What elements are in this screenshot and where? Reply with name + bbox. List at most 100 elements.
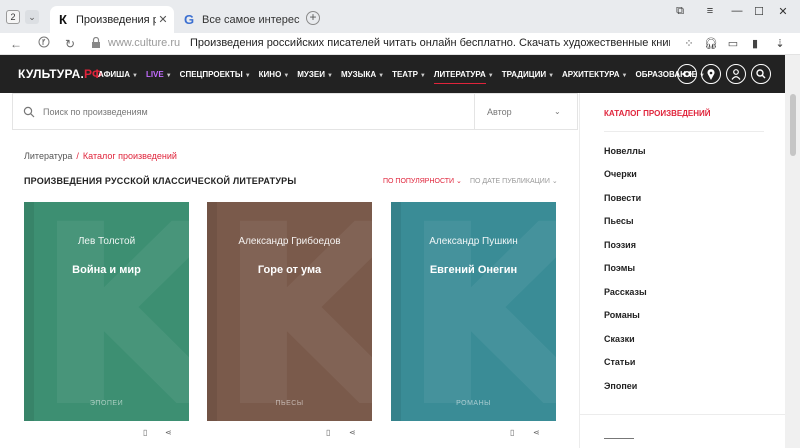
chevron-down-icon: ▼ xyxy=(548,72,555,79)
sidebar-item-ocherki[interactable]: Очерки xyxy=(604,169,637,179)
headphones-icon[interactable]: 🎧︎ xyxy=(703,36,719,52)
sidebar-title: КАТАЛОГ ПРОИЗВЕДЕНИЙ xyxy=(604,109,711,118)
book-card[interactable]: K Александр Грибоедов Горе от ума ПЬЕСЫ xyxy=(207,202,372,421)
extensions-icon[interactable]: ⁘ xyxy=(681,36,697,52)
search-divider xyxy=(474,94,475,129)
browser-tab-active[interactable]: К Произведения российс ✕ xyxy=(50,6,174,33)
book-spine xyxy=(24,202,34,421)
chevron-down-icon: ▼ xyxy=(131,72,138,79)
bookmark-icon[interactable]: ▯ xyxy=(143,428,147,440)
download-icon[interactable]: ⇣ xyxy=(772,36,788,52)
sort-by-popularity[interactable]: ПО ПОПУЛЯРНОСТИ ⌄ xyxy=(383,177,462,185)
sidebar-item-skazki[interactable]: Сказки xyxy=(604,334,635,344)
browser-tab-bar: 2 ⌄ К Произведения российс ✕ G Все самое… xyxy=(0,0,800,33)
sidebar-item-poeziya[interactable]: Поэзия xyxy=(604,240,636,250)
tab-list-chevron-icon[interactable]: ⌄ xyxy=(25,10,39,24)
url-text[interactable]: www.culture.ru xyxy=(108,37,180,49)
accessibility-eye-icon[interactable] xyxy=(677,64,697,84)
bookmarks-panel-icon[interactable]: ⧉ xyxy=(670,5,690,19)
share-icon[interactable]: ⋖ xyxy=(165,428,172,440)
sidebar-item-epopei[interactable]: Эпопеи xyxy=(604,381,637,391)
nav-literatura[interactable]: ЛИТЕРАТУРА ▼ xyxy=(433,70,494,84)
nav-afisha[interactable]: АФИША ▼ xyxy=(98,70,138,79)
sidebar-underline xyxy=(604,438,634,439)
tab-title: Все самое интересное из xyxy=(202,13,300,26)
nav-kino[interactable]: КИНО ▼ xyxy=(259,70,290,79)
back-icon[interactable]: ← xyxy=(8,36,24,52)
book-author: Александр Пушкин xyxy=(429,236,518,247)
sidebar-item-romany[interactable]: Романы xyxy=(604,310,640,320)
book-author: Лев Толстой xyxy=(77,236,136,247)
nav-live[interactable]: LIVE ▼ xyxy=(146,70,172,79)
card-watermark: K xyxy=(401,202,556,421)
minimize-icon[interactable]: — xyxy=(727,5,747,19)
book-genre: РОМАНЫ xyxy=(456,400,491,407)
site-search-icon[interactable] xyxy=(751,64,771,84)
chevron-down-icon[interactable]: ⌄ xyxy=(554,107,561,116)
tab-close-icon[interactable]: ✕ xyxy=(156,13,170,26)
chevron-down-icon: ⌄ xyxy=(551,178,558,185)
share-icon[interactable]: ⋖ xyxy=(349,428,356,440)
book-card[interactable]: K Александр Пушкин Евгений Онегин РОМАНЫ xyxy=(391,202,556,421)
book-genre: ПЬЕСЫ xyxy=(275,400,304,407)
nav-specprojects[interactable]: СПЕЦПРОЕКТЫ ▼ xyxy=(180,70,251,79)
address-page-title[interactable]: Произведения российских писателей читать… xyxy=(190,37,670,49)
breadcrumb-literatura[interactable]: Литература xyxy=(24,151,72,161)
sidebar-item-povesti[interactable]: Повести xyxy=(604,193,641,203)
tab-title: Произведения российс xyxy=(76,13,156,26)
bookmark-icon[interactable]: ▮ xyxy=(747,36,763,52)
sidebar-item-pesy[interactable]: Пьесы xyxy=(604,216,634,226)
book-spine xyxy=(391,202,401,421)
sidebar-item-poemy[interactable]: Поэмы xyxy=(604,263,635,273)
sidebar-divider xyxy=(604,131,764,132)
location-pin-icon[interactable] xyxy=(701,64,721,84)
tab-count-badge[interactable]: 2 xyxy=(6,10,20,24)
yandex-icon[interactable] xyxy=(36,36,52,52)
site-logo[interactable]: КУЛЬТУРА.РФ xyxy=(18,67,103,81)
nav-muzyka[interactable]: МУЗЫКА ▼ xyxy=(341,70,384,79)
page-scrollbar-thumb[interactable] xyxy=(790,94,796,156)
card-watermark: K xyxy=(217,202,372,421)
new-tab-icon[interactable]: + xyxy=(306,11,320,25)
chevron-down-icon: ▼ xyxy=(283,72,290,79)
bookmark-icon[interactable]: ▯ xyxy=(326,428,330,440)
works-search-bar: Поиск по произведениям Автор ⌄ xyxy=(12,93,578,130)
browser-tab-inactive[interactable]: G Все самое интересное из xyxy=(176,6,300,33)
chevron-down-icon: ▼ xyxy=(327,72,333,79)
address-bar: ← ↻ www.culture.ru Произведения российск… xyxy=(0,33,800,55)
menu-icon[interactable]: ≡ xyxy=(700,5,720,19)
bookmark-icon[interactable]: ▯ xyxy=(510,428,514,440)
chevron-down-icon: ⌄ xyxy=(456,178,462,185)
sort-by-date[interactable]: ПО ДАТЕ ПУБЛИКАЦИИ ⌄ xyxy=(470,177,558,185)
nav-teatr[interactable]: ТЕАТР ▼ xyxy=(392,70,426,79)
site-navbar: КУЛЬТУРА.РФ АФИША ▼ LIVE ▼ СПЕЦПРОЕКТЫ ▼ КИ… xyxy=(0,55,785,93)
chevron-down-icon: ▼ xyxy=(378,72,385,79)
book-title: Евгений Онегин xyxy=(429,264,518,276)
breadcrumb-catalog: Каталог произведений xyxy=(82,151,177,161)
share-icon[interactable]: ⋖ xyxy=(533,428,540,440)
close-window-icon[interactable]: ✕ xyxy=(773,5,793,19)
nav-traditsii[interactable]: ТРАДИЦИИ ▼ xyxy=(502,70,554,79)
user-profile-icon[interactable] xyxy=(726,64,746,84)
maximize-icon[interactable]: ☐ xyxy=(749,5,769,19)
lock-icon[interactable] xyxy=(88,36,104,52)
reload-icon[interactable]: ↻ xyxy=(62,36,78,52)
sidebar-item-novelly[interactable]: Новеллы xyxy=(604,146,646,156)
section-title: ПРОИЗВЕДЕНИЯ РУССКОЙ КЛАССИЧЕСКОЙ ЛИТЕРА… xyxy=(24,176,297,186)
sidebar-bottom-divider xyxy=(580,414,785,415)
sidebar-item-stati[interactable]: Статьи xyxy=(604,357,635,367)
chevron-down-icon: ▼ xyxy=(244,72,251,79)
author-select[interactable]: Автор xyxy=(487,107,512,117)
breadcrumb: Литература / Каталог произведений xyxy=(24,151,177,161)
g-favicon-icon: G xyxy=(183,12,195,27)
book-card[interactable]: K Лев Толстой Война и мир ЭПОПЕИ xyxy=(24,202,189,421)
nav-muzei[interactable]: МУЗЕИ ▼ xyxy=(297,70,333,79)
search-icon xyxy=(23,105,37,119)
nav-arkhitektura[interactable]: АРХИТЕКТУРА ▼ xyxy=(562,70,627,79)
book-genre: ЭПОПЕИ xyxy=(89,400,124,407)
reader-mode-icon[interactable]: ▭ xyxy=(725,36,741,52)
sidebar-item-rasskazy[interactable]: Рассказы xyxy=(604,287,647,297)
chevron-down-icon: ▼ xyxy=(487,72,494,79)
book-spine xyxy=(207,202,217,421)
search-input[interactable]: Поиск по произведениям xyxy=(43,107,148,117)
